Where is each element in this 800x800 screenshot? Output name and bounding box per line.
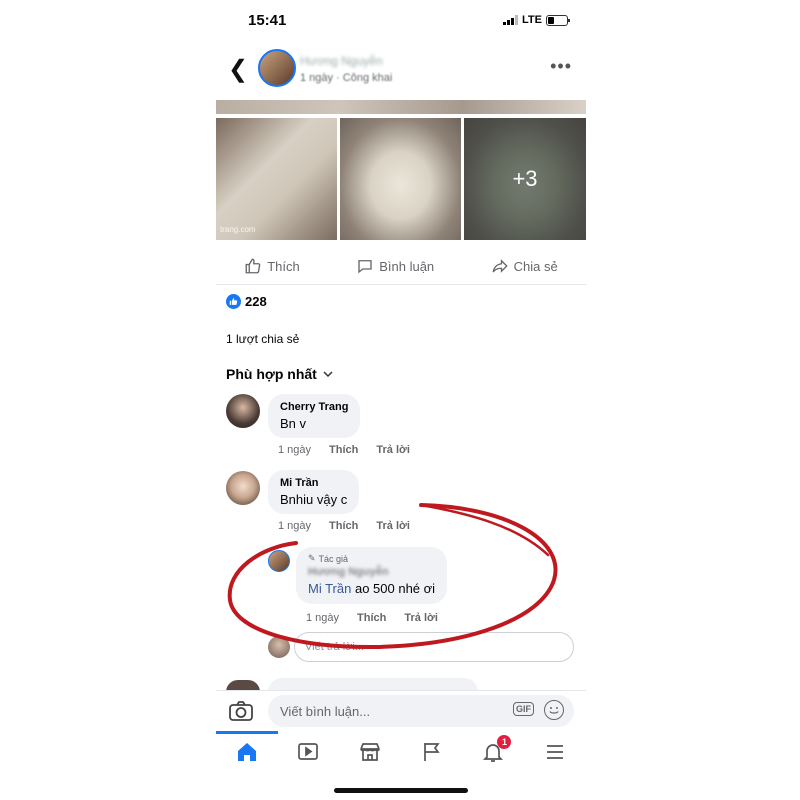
avatar[interactable]: [226, 394, 260, 428]
reply-reply-button[interactable]: Trả lời: [404, 612, 438, 624]
pencil-icon: ✎: [308, 553, 316, 563]
comment-reply-button[interactable]: Trả lời: [376, 444, 410, 456]
home-icon: [237, 743, 256, 761]
chevron-down-icon: [323, 371, 333, 378]
photo-strip-top[interactable]: [216, 100, 586, 114]
share-label: Chia sẻ: [513, 258, 558, 274]
video-icon: [298, 743, 319, 760]
reaction-summary[interactable]: 228: [226, 294, 267, 309]
reaction-count: 228: [245, 294, 267, 309]
reply-actions: 1 ngày Thích Trả lời: [306, 612, 438, 624]
home-indicator: [334, 788, 468, 793]
comment-time: 1 ngày: [278, 444, 312, 456]
share-button[interactable]: Chia sẻ: [491, 257, 558, 275]
thumbs-up-icon: [245, 258, 261, 274]
more-options-icon[interactable]: •••: [550, 56, 572, 77]
post-meta: 1 ngày · Công khai: [300, 72, 393, 84]
store-icon: [360, 743, 380, 761]
battery-icon: [546, 14, 570, 26]
comment-button[interactable]: Bình luận: [356, 257, 434, 275]
comment-bubble: Mi Trần Bnhiu vậy c: [268, 470, 360, 514]
flag-icon: [423, 743, 440, 761]
like-button[interactable]: Thích: [244, 257, 300, 275]
camera-icon[interactable]: [228, 699, 254, 723]
status-time: 15:41: [248, 12, 287, 29]
sort-label: Phù hợp nhất: [226, 366, 317, 382]
home-tab[interactable]: [227, 735, 267, 769]
mention-link[interactable]: Mi Trần: [308, 581, 351, 596]
phone-screen: 15:41 LTE ❮ Hương Nguyễn 1 ngày · Công k…: [216, 0, 586, 800]
like-reaction-icon: [226, 294, 241, 309]
post-photo-1[interactable]: trang.com: [216, 118, 337, 240]
comment-bubble: Cherry Trang Bn v: [268, 394, 361, 438]
comment-text: Bn v: [280, 416, 307, 431]
reply-bubble: ✎ Tác giả Hương Nguyễn Mi Trần ao 500 nh…: [296, 547, 448, 604]
comment-input-placeholder: Viết bình luận...: [280, 703, 371, 719]
comment-sort[interactable]: Phù hợp nhất: [226, 366, 333, 382]
menu-tab[interactable]: [535, 735, 575, 769]
signal-icon: [503, 15, 519, 25]
network-label: LTE: [522, 14, 542, 26]
author-name[interactable]: Hương Nguyễn: [300, 54, 383, 68]
comment-like-button[interactable]: Thích: [329, 444, 358, 456]
reply-time: 1 ngày: [306, 612, 340, 624]
post-action-bar: Thích Bình luận Chia sẻ: [216, 248, 586, 285]
notifications-tab[interactable]: 1: [473, 735, 513, 769]
comment-like-button[interactable]: Thích: [329, 520, 358, 532]
comment-reply-button[interactable]: Trả lời: [376, 520, 410, 532]
watch-tab[interactable]: [288, 735, 328, 769]
comment-author[interactable]: Mi Trần: [280, 477, 347, 489]
menu-icon: [547, 745, 564, 759]
author-badge: ✎ Tác giả: [308, 553, 435, 564]
photo-watermark: trang.com: [220, 225, 256, 234]
pages-tab[interactable]: [412, 735, 452, 769]
comment-time: 1 ngày: [278, 520, 312, 532]
comment-text: Bnhiu vậy c: [280, 492, 348, 507]
reply-text: Mi Trần ao 500 nhé ơi: [308, 581, 435, 596]
reply-author[interactable]: Hương Nguyễn: [308, 566, 435, 578]
gif-icon[interactable]: GIF: [513, 702, 534, 716]
avatar[interactable]: [268, 550, 290, 572]
like-label: Thích: [267, 258, 300, 274]
comment-label: Bình luận: [379, 258, 435, 274]
avatar: [268, 636, 290, 658]
author-avatar[interactable]: [258, 49, 296, 87]
comment-actions: 1 ngày Thích Trả lời: [278, 444, 410, 456]
emoji-icon[interactable]: [544, 700, 564, 720]
marketplace-tab[interactable]: [350, 735, 390, 769]
comment-actions: 1 ngày Thích Trả lời: [278, 520, 410, 532]
reply-input[interactable]: Viết trả lời...: [294, 632, 574, 662]
comment-composer: Viết bình luận... GIF: [216, 690, 586, 731]
author-badge-label: Tác giả: [318, 553, 349, 564]
back-icon[interactable]: ❮: [228, 55, 248, 84]
share-count[interactable]: 1 lượt chia sẻ: [226, 332, 299, 346]
avatar[interactable]: [226, 471, 260, 505]
comment-icon: [358, 260, 372, 274]
reply-like-button[interactable]: Thích: [357, 612, 386, 624]
share-icon: [492, 259, 508, 273]
comment-author[interactable]: Cherry Trang: [280, 401, 348, 413]
notification-badge: 1: [497, 735, 512, 749]
comment-input[interactable]: Viết bình luận... GIF: [268, 695, 574, 727]
post-photo-3[interactable]: +3: [464, 118, 586, 240]
more-photos-count: +3: [464, 118, 586, 240]
reply-message: ao 500 nhé ơi: [354, 581, 436, 596]
bottom-nav: 1: [216, 732, 586, 772]
post-photo-2[interactable]: [340, 118, 461, 240]
status-indicators: LTE: [503, 14, 570, 26]
